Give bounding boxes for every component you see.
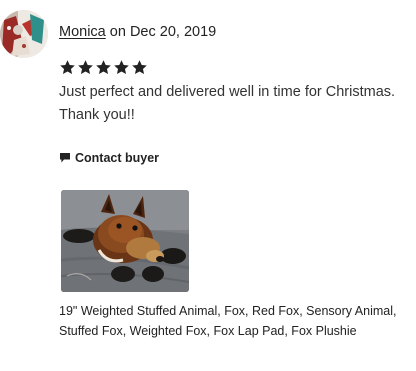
fox-plushie-photo bbox=[61, 190, 189, 292]
listing-title-line: 19" Weighted Stuffed Animal, Fox, Red Fo… bbox=[59, 304, 397, 318]
reviewer-avatar[interactable] bbox=[0, 10, 48, 58]
star-rating bbox=[59, 59, 148, 76]
star-icon bbox=[60, 60, 75, 75]
listing-title-line: Stuffed Fox, Weighted Fox, Fox Lap Pad, … bbox=[59, 324, 357, 338]
star-icon bbox=[114, 60, 129, 75]
star-icon bbox=[78, 60, 93, 75]
review-text-line: Thank you!! bbox=[59, 107, 135, 123]
contact-buyer-button[interactable]: Contact buyer bbox=[59, 151, 159, 165]
avatar-image bbox=[0, 10, 48, 58]
review-byline: Monica on Dec 20, 2019 bbox=[59, 23, 216, 41]
review-date: on Dec 20, 2019 bbox=[109, 24, 217, 40]
flag-icon bbox=[60, 153, 70, 163]
star-icon bbox=[96, 60, 111, 75]
review-photo[interactable] bbox=[61, 190, 189, 292]
reviewer-name-link[interactable]: Monica bbox=[59, 24, 106, 40]
listing-title-link[interactable]: 19" Weighted Stuffed Animal, Fox, Red Fo… bbox=[59, 301, 415, 341]
review-card: Monica on Dec 20, 2019 Just perfect and … bbox=[0, 0, 416, 371]
review-text: Just perfect and delivered well in time … bbox=[59, 81, 415, 127]
contact-buyer-label: Contact buyer bbox=[75, 151, 160, 165]
review-text-line: Just perfect and delivered well in time … bbox=[59, 84, 396, 100]
star-icon bbox=[132, 60, 147, 75]
